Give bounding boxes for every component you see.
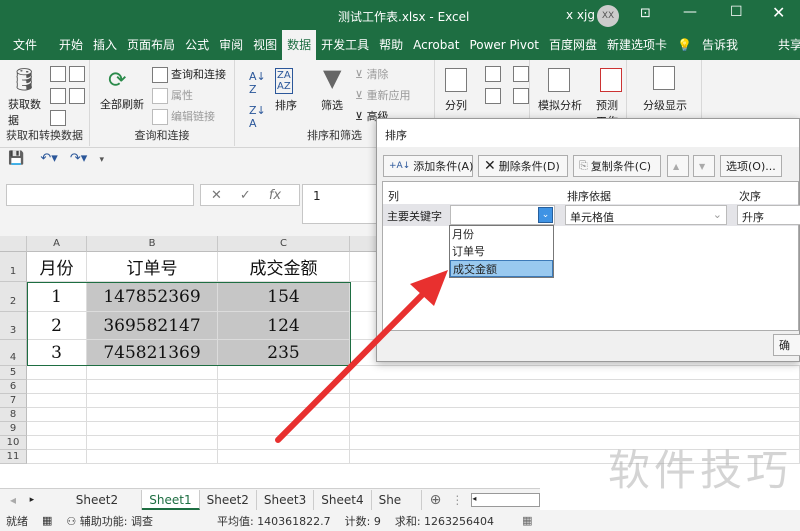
watermark: 软件技巧 xyxy=(607,446,792,495)
arrow-shaft xyxy=(275,289,428,443)
